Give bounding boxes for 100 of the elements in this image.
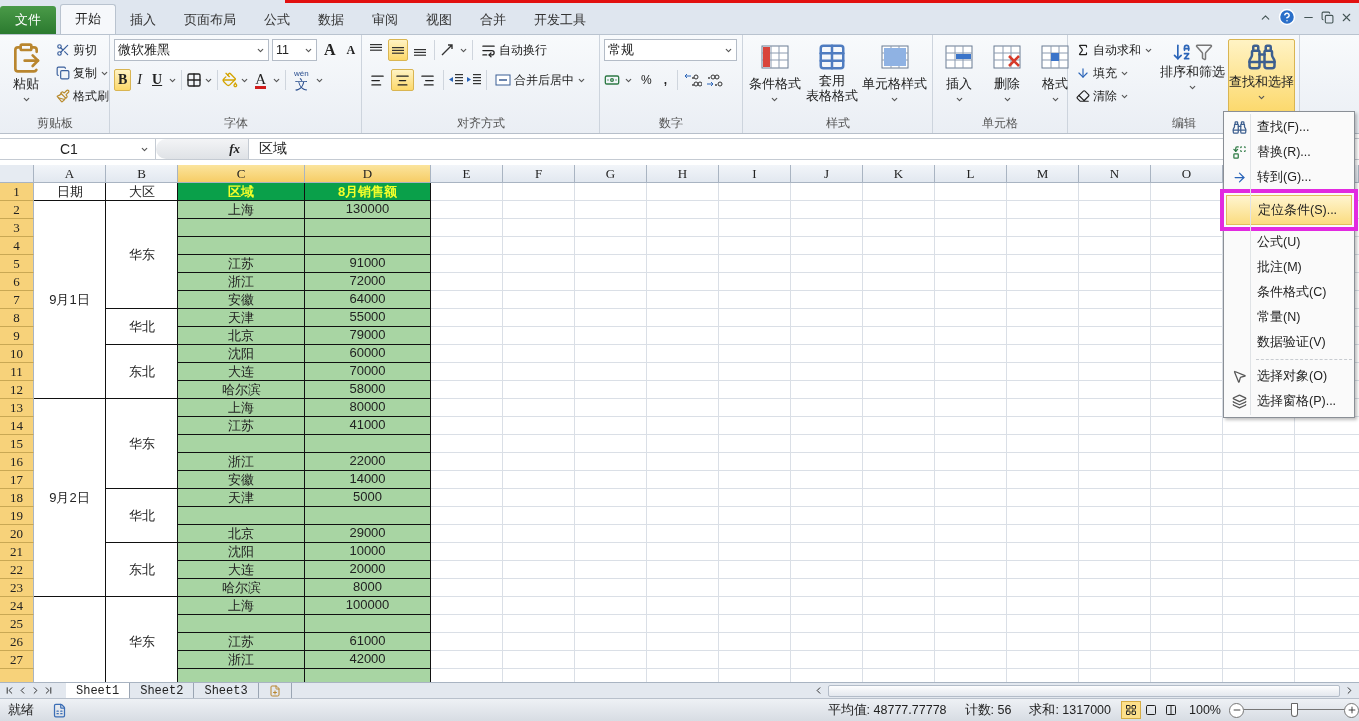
menu-item[interactable]: 批注(M) [1226, 255, 1352, 280]
horizontal-align-button[interactable] [391, 69, 414, 91]
row-header[interactable]: 17 [0, 471, 34, 489]
ribbon-tab[interactable]: 开发工具 [520, 6, 600, 34]
column-header[interactable]: A [34, 165, 106, 183]
insert-cells-button[interactable]: 插入 [937, 39, 981, 115]
underline-button[interactable]: U [148, 69, 167, 91]
font-size-field[interactable]: 11 [272, 39, 317, 61]
row-header[interactable]: 8 [0, 309, 34, 327]
grow-font-button[interactable]: A [320, 39, 340, 61]
cut-button[interactable]: 剪切 [52, 39, 113, 61]
row-header[interactable]: 21 [0, 543, 34, 561]
menu-item[interactable]: 转到(G)... [1226, 165, 1352, 190]
column-header[interactable]: J [791, 165, 863, 183]
row-header[interactable]: 22 [0, 561, 34, 579]
column-header[interactable]: N [1079, 165, 1151, 183]
zoom-slider[interactable] [1244, 703, 1344, 717]
column-header[interactable]: G [575, 165, 647, 183]
name-box[interactable]: C1 [0, 139, 156, 159]
menu-item[interactable]: 条件格式(C) [1226, 280, 1352, 305]
row-header[interactable]: 12 [0, 381, 34, 399]
row-header[interactable]: 24 [0, 597, 34, 615]
ribbon-tab[interactable]: 页面布局 [170, 6, 250, 34]
row-header[interactable]: 3 [0, 219, 34, 237]
slider-thumb[interactable] [1291, 703, 1298, 717]
font-color-button[interactable]: A [251, 69, 270, 91]
menu-item[interactable]: 查找(F)... [1226, 115, 1352, 140]
column-header[interactable]: F [503, 165, 575, 183]
shrink-font-button[interactable]: A [342, 39, 360, 61]
conditional-format-button[interactable]: 条件格式 [747, 39, 803, 115]
row-header[interactable]: 18 [0, 489, 34, 507]
column-header[interactable]: E [431, 165, 503, 183]
menu-item[interactable]: 数据验证(V) [1226, 330, 1352, 355]
column-header[interactable]: C [178, 165, 305, 183]
row-header[interactable]: 16 [0, 453, 34, 471]
wrap-text-button[interactable]: 自动换行 [477, 39, 551, 61]
fill-color-icon[interactable] [222, 72, 239, 88]
row-header[interactable]: 23 [0, 579, 34, 597]
row-header[interactable]: 14 [0, 417, 34, 435]
row-header[interactable]: 19 [0, 507, 34, 525]
copy-button[interactable]: 复制 [52, 62, 113, 84]
column-header[interactable]: K [863, 165, 935, 183]
column-header[interactable]: H [647, 165, 719, 183]
table-format-button[interactable]: 套用 表格格式 [804, 39, 860, 115]
row-header[interactable]: 9 [0, 327, 34, 345]
sheet-tab[interactable]: Sheet1 [66, 683, 131, 698]
format-painter-button[interactable]: 格式刷 [52, 85, 113, 107]
row-header[interactable]: 5 [0, 255, 34, 273]
ribbon-tab[interactable]: 视图 [412, 6, 466, 34]
merge-center-button[interactable]: 合并后居中 [491, 69, 590, 91]
ribbon-tab[interactable]: 插入 [116, 6, 170, 34]
number-format-field[interactable]: 常规 [604, 39, 737, 61]
restore-icon[interactable] [1321, 10, 1334, 24]
row-header[interactable]: 11 [0, 363, 34, 381]
column-header[interactable]: L [935, 165, 1007, 183]
menu-item[interactable]: 选择对象(O) [1226, 364, 1352, 389]
row-header[interactable]: 26 [0, 633, 34, 651]
row-header[interactable]: 2 [0, 201, 34, 219]
italic-button[interactable]: I [133, 69, 146, 91]
macro-record-icon[interactable] [52, 702, 67, 718]
row-header[interactable]: 20 [0, 525, 34, 543]
ribbon-tab[interactable]: 数据 [304, 6, 358, 34]
comma-button[interactable]: , [659, 69, 671, 91]
percent-button[interactable]: % [637, 69, 656, 91]
sort-filter-button[interactable]: 排序和筛选 [1159, 39, 1226, 115]
normal-view-button[interactable] [1121, 701, 1141, 719]
last-sheet-icon[interactable] [43, 685, 54, 696]
column-header[interactable]: O [1151, 165, 1223, 183]
delete-cells-button[interactable]: 删除 [985, 39, 1029, 115]
row-header[interactable]: 15 [0, 435, 34, 453]
cell-styles-button[interactable]: 单元格样式 [861, 39, 928, 115]
phonetic-button[interactable]: wén 文 [290, 69, 313, 91]
borders-icon[interactable] [186, 72, 203, 88]
row-header[interactable]: 7 [0, 291, 34, 309]
row-header[interactable]: 25 [0, 615, 34, 633]
ribbon-tab[interactable]: 开始 [60, 4, 116, 34]
currency-icon[interactable] [604, 72, 620, 88]
formula-field[interactable]: 区域 [248, 139, 1198, 159]
paste-button[interactable]: 粘贴 [4, 39, 48, 115]
column-header[interactable]: M [1007, 165, 1079, 183]
menu-item[interactable]: 常量(N) [1226, 305, 1352, 330]
formula-button[interactable]: fx [156, 139, 248, 159]
bold-button[interactable]: B [114, 69, 132, 91]
first-sheet-icon[interactable] [4, 685, 15, 696]
row-header[interactable]: 6 [0, 273, 34, 291]
help-icon[interactable] [1278, 8, 1296, 26]
menu-item[interactable]: 公式(U) [1226, 230, 1352, 255]
menu-item[interactable]: 替换(R)... [1226, 140, 1352, 165]
row-header[interactable]: 4 [0, 237, 34, 255]
row-header[interactable]: 1 [0, 183, 34, 201]
zoom-out-button[interactable] [1229, 702, 1244, 718]
file-tab[interactable]: 文件 [0, 6, 56, 34]
font-name-field[interactable]: 微软雅黑 [114, 39, 269, 61]
ribbon-tab[interactable]: 公式 [250, 6, 304, 34]
row-header[interactable]: 13 [0, 399, 34, 417]
ribbon-tab[interactable]: 审阅 [358, 6, 412, 34]
vertical-align-button[interactable] [388, 39, 408, 61]
row-header[interactable]: 10 [0, 345, 34, 363]
ribbon-tab[interactable]: 合并 [466, 6, 520, 34]
menu-item[interactable]: 选择窗格(P)... [1226, 389, 1352, 414]
